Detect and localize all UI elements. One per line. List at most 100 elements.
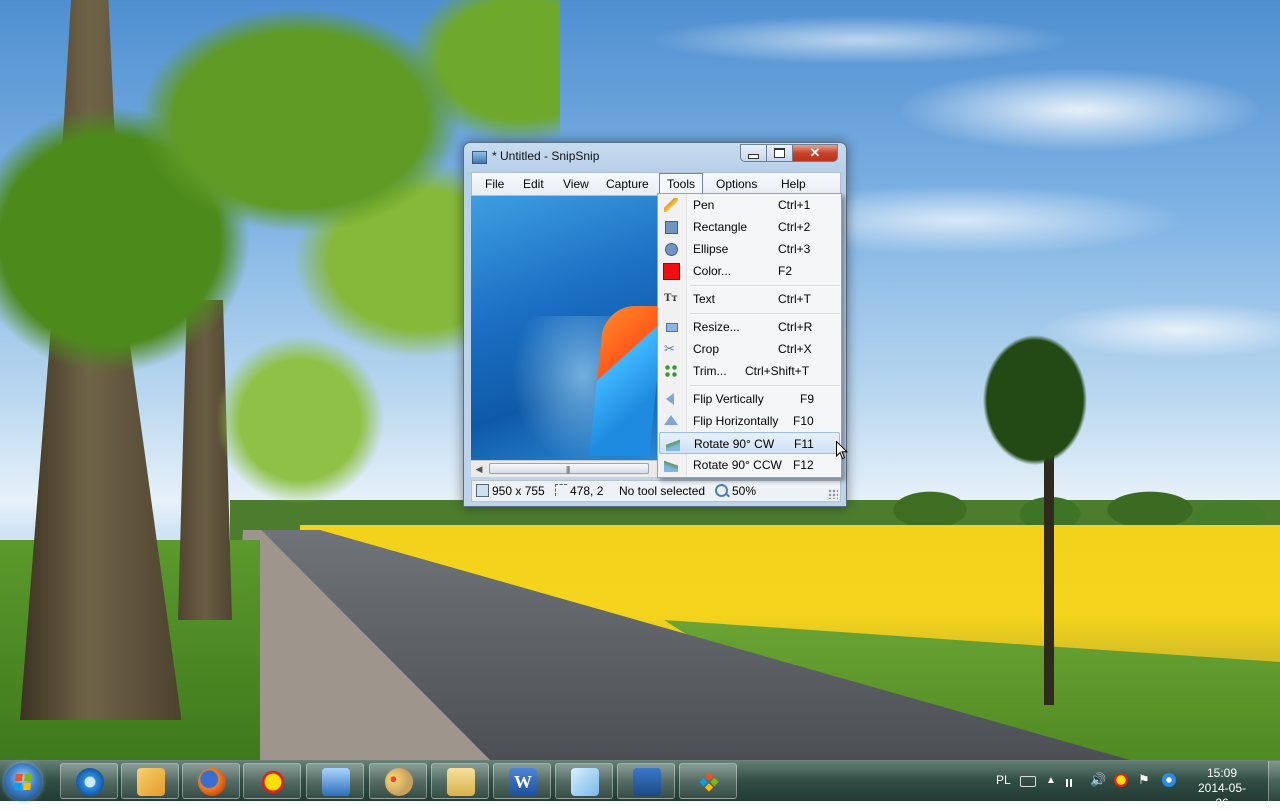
menu-item-pen[interactable]: Pen Ctrl+1 <box>658 194 841 216</box>
remote-connection-icon <box>633 768 661 796</box>
rotate-ccw-icon <box>664 458 678 472</box>
menu-item-trim[interactable]: Trim... Ctrl+Shift+T <box>658 360 841 382</box>
menu-item-ellipse[interactable]: Ellipse Ctrl+3 <box>658 238 841 260</box>
network-signal-icon[interactable] <box>1066 773 1080 787</box>
system-tray: PL ▲ 🔊 ⚑ 15:09 2014-05-26 <box>990 761 1280 810</box>
menu-item-shortcut: F2 <box>778 264 793 278</box>
window-title: * Untitled - SnipSnip <box>492 149 600 163</box>
keyboard-icon[interactable] <box>1020 776 1036 787</box>
show-hidden-icons-icon[interactable]: ▲ <box>1046 775 1060 789</box>
taskbar-app-explorer[interactable] <box>431 763 489 799</box>
word-icon: W <box>509 768 537 796</box>
title-bar[interactable]: * Untitled - SnipSnip ✕ <box>464 143 846 171</box>
app-icon[interactable] <box>472 151 487 164</box>
taskbar-app-sun[interactable] <box>243 763 301 799</box>
menu-help[interactable]: Help <box>774 173 813 195</box>
pencil-icon <box>664 198 678 212</box>
sun-app-icon <box>259 768 287 796</box>
menu-view[interactable]: View <box>556 173 596 195</box>
menu-item-label: Color... <box>693 264 732 278</box>
taskbar: W PL ▲ 🔊 ⚑ 15:09 2014-05-26 <box>0 760 1280 810</box>
trim-icon <box>664 364 678 378</box>
close-button[interactable]: ✕ <box>792 144 838 162</box>
zoom-icon <box>715 484 728 497</box>
wallpaper-tree <box>950 300 1120 500</box>
menu-capture[interactable]: Capture <box>599 173 656 195</box>
resize-icon <box>666 323 678 332</box>
menu-item-shortcut: Ctrl+1 <box>778 198 811 212</box>
start-button[interactable] <box>4 763 42 801</box>
menu-item-flip-horizontally[interactable]: Flip Horizontally F10 <box>658 410 841 432</box>
scroll-left-icon[interactable]: ◀ <box>473 463 485 475</box>
menu-item-resize[interactable]: Resize... Ctrl+R <box>658 316 841 338</box>
taskbar-app-windows[interactable] <box>679 763 737 799</box>
firefox-icon <box>198 768 226 796</box>
menu-item-shortcut: Ctrl+Shift+T <box>745 364 810 378</box>
taskbar-app-notepad[interactable] <box>555 763 613 799</box>
menu-item-label: Resize... <box>693 320 740 334</box>
remote-desktop-icon <box>322 768 350 796</box>
folder-icon <box>447 768 475 796</box>
paint-icon <box>385 768 413 796</box>
horizontal-scrollbar[interactable]: ◀ ||| <box>471 460 657 477</box>
menu-separator <box>690 285 840 287</box>
clock-date: 2014-05-26 <box>1197 781 1247 810</box>
scrollbar-thumb[interactable]: ||| <box>489 463 649 474</box>
menu-item-label: Rectangle <box>693 220 748 234</box>
language-indicator[interactable]: PL <box>996 773 1011 787</box>
clock[interactable]: 15:09 2014-05-26 <box>1194 766 1250 811</box>
menu-item-label: Crop <box>693 342 720 356</box>
resize-grip-icon[interactable] <box>828 489 838 499</box>
menu-item-shortcut: F12 <box>793 458 814 472</box>
update-icon[interactable] <box>1162 773 1176 787</box>
menu-file[interactable]: File <box>478 173 511 195</box>
outlook-icon <box>137 768 165 796</box>
taskbar-app-remote-desktop[interactable] <box>306 763 364 799</box>
close-icon: ✕ <box>809 145 821 160</box>
menu-item-rectangle[interactable]: Rectangle Ctrl+2 <box>658 216 841 238</box>
image-canvas[interactable] <box>471 196 657 460</box>
menu-item-text[interactable]: Tт Text Ctrl+T <box>658 288 841 310</box>
status-bar: 950 x 755 478, 2 No tool selected 50% <box>471 480 841 502</box>
menu-item-shortcut: Ctrl+2 <box>778 220 811 234</box>
volume-icon[interactable]: 🔊 <box>1090 772 1106 787</box>
menu-item-shortcut: Ctrl+3 <box>778 242 811 256</box>
sun-tray-icon[interactable] <box>1114 773 1128 787</box>
taskbar-app-paint[interactable] <box>369 763 427 799</box>
menu-options[interactable]: Options <box>709 173 764 195</box>
menu-item-label: Ellipse <box>693 242 729 256</box>
taskbar-app-firefox[interactable] <box>182 763 240 799</box>
color-swatch-icon <box>663 263 680 280</box>
menu-item-rotate-cw[interactable]: Rotate 90° CW F11 <box>659 432 840 454</box>
scissors-icon: ✂ <box>664 341 675 356</box>
action-center-flag-icon[interactable]: ⚑ <box>1138 772 1152 787</box>
taskbar-app-outlook[interactable] <box>121 763 179 799</box>
taskbar-app-word[interactable]: W <box>493 763 551 799</box>
menu-tools[interactable]: Tools <box>659 173 704 195</box>
rectangle-icon <box>665 221 678 234</box>
text-icon: Tт <box>664 293 678 304</box>
menu-item-color[interactable]: Color... F2 <box>658 260 841 282</box>
minimize-icon <box>748 153 759 159</box>
zoom-level-text: 50% <box>732 484 757 498</box>
menu-item-label: Trim... <box>693 364 727 378</box>
menu-item-crop[interactable]: ✂ Crop Ctrl+X <box>658 338 841 360</box>
menu-item-label: Flip Horizontally <box>693 414 779 428</box>
rotate-cw-icon <box>666 437 680 451</box>
menu-item-shortcut: Ctrl+X <box>778 342 812 356</box>
internet-explorer-icon <box>76 768 104 796</box>
windows-logo-icon <box>14 774 32 790</box>
windows-app-icon <box>692 765 726 799</box>
notepad-icon <box>571 768 599 796</box>
minimize-button[interactable] <box>740 144 767 162</box>
taskbar-app-internet-explorer[interactable] <box>60 763 118 799</box>
maximize-button[interactable] <box>766 144 793 162</box>
show-desktop-button[interactable] <box>1268 761 1280 801</box>
menu-item-shortcut: Ctrl+R <box>778 320 813 334</box>
maximize-icon <box>774 148 785 158</box>
ellipse-icon <box>665 243 678 256</box>
taskbar-app-remote-connection[interactable] <box>617 763 675 799</box>
menu-item-flip-vertically[interactable]: Flip Vertically F9 <box>658 388 841 410</box>
menu-item-rotate-ccw[interactable]: Rotate 90° CCW F12 <box>658 454 841 476</box>
menu-edit[interactable]: Edit <box>516 173 551 195</box>
